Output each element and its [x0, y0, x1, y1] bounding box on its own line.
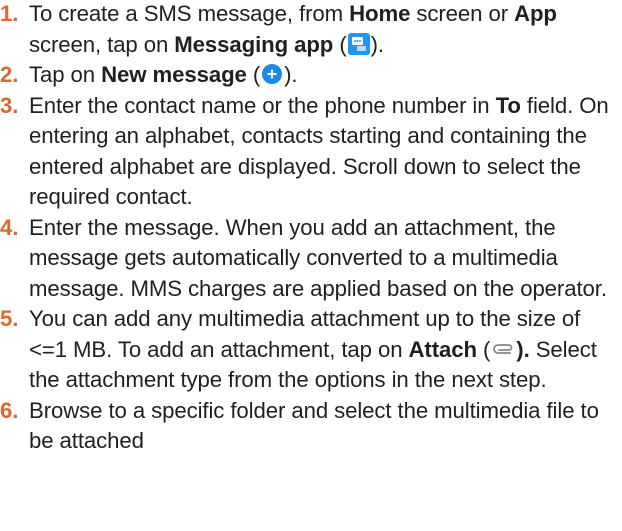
step-5: 5. You can add any multimedia attachment…	[0, 304, 622, 396]
attach-paperclip-icon	[491, 338, 515, 360]
step-text: (	[246, 62, 261, 87]
step-number: 2.	[0, 62, 19, 87]
messaging-app-icon	[347, 32, 370, 55]
step-text: ).	[284, 62, 298, 87]
step-number: 1.	[0, 1, 19, 26]
step-text: screen or	[410, 1, 515, 26]
bold-term-new-message: New message	[101, 62, 247, 87]
bold-term-attach: Attach	[408, 336, 478, 362]
instruction-steps: 1. To create a SMS message, from Home sc…	[0, 0, 622, 457]
step-2: 2. Tap on New message ().	[0, 60, 622, 91]
step-text: Tap on	[29, 62, 102, 87]
step-text: Enter the contact name or the phone numb…	[29, 92, 496, 118]
bold-term-app: App	[514, 1, 557, 26]
step-number: 3.	[0, 92, 19, 118]
step-number: 6.	[0, 397, 19, 423]
bold-term-home: Home	[349, 1, 411, 26]
step-number: 4.	[0, 214, 19, 240]
step-text: ).	[370, 31, 384, 57]
step-text: Browse to a specific folder and select t…	[29, 397, 599, 454]
step-text: To create a SMS message, from	[29, 1, 350, 26]
bold-closing-paren: ).	[516, 336, 530, 362]
step-4: 4. Enter the message. When you add an at…	[0, 213, 622, 305]
step-6: 6. Browse to a specific folder and selec…	[0, 396, 622, 457]
new-message-plus-icon	[261, 63, 283, 85]
bold-term-messaging-app: Messaging app	[174, 31, 334, 57]
step-1: 1. To create a SMS message, from Home sc…	[0, 0, 622, 60]
step-text: Enter the message. When you add an attac…	[29, 214, 607, 301]
step-number: 5.	[0, 306, 19, 331]
step-text: (	[333, 31, 347, 57]
step-3: 3. Enter the contact name or the phone n…	[0, 91, 622, 213]
step-text: (	[476, 336, 491, 362]
bold-term-to: To	[495, 92, 521, 118]
step-text: screen, tap on	[29, 31, 175, 57]
